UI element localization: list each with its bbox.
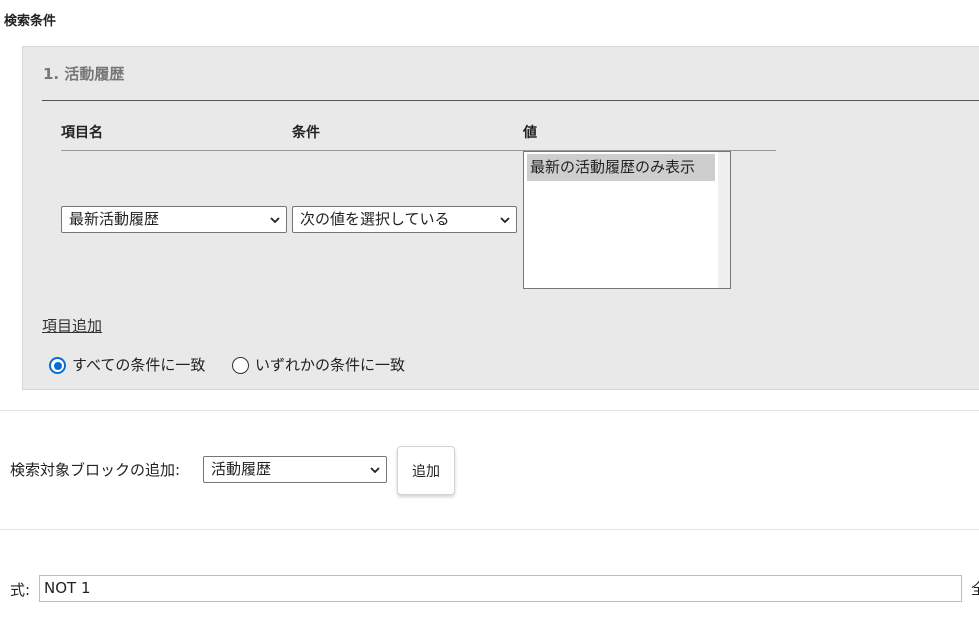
condition-select[interactable]: 次の値を選択している bbox=[292, 206, 517, 233]
match-all-radio[interactable] bbox=[49, 357, 66, 374]
value-listbox[interactable]: 最新の活動履歴のみ表示 bbox=[523, 151, 731, 289]
section-divider bbox=[0, 410, 979, 411]
chevron-down-icon bbox=[500, 217, 510, 224]
block-title-divider bbox=[42, 100, 979, 101]
add-block-label: 検索対象ブロックの追加: bbox=[10, 461, 181, 479]
listbox-scrollbar[interactable] bbox=[718, 152, 730, 288]
match-any-radio[interactable] bbox=[232, 357, 249, 374]
add-item-link[interactable]: 項目追加 bbox=[42, 315, 102, 336]
item-select-value: 最新活動履歴 bbox=[69, 210, 160, 228]
chevron-down-icon bbox=[370, 467, 380, 474]
page-title: 検索条件 bbox=[4, 14, 57, 29]
condition-select-value: 次の値を選択している bbox=[300, 210, 450, 228]
item-select[interactable]: 最新活動履歴 bbox=[61, 206, 287, 233]
block-title: 1. 活動履歴 bbox=[43, 65, 125, 83]
formula-label: 式: bbox=[10, 581, 31, 599]
block-type-select-value: 活動履歴 bbox=[211, 460, 272, 478]
chevron-down-icon bbox=[270, 217, 280, 224]
formula-input[interactable]: NOT 1 bbox=[39, 575, 962, 602]
match-any-label[interactable]: いずれかの条件に一致 bbox=[255, 354, 405, 375]
add-block-button[interactable]: 追加 bbox=[397, 446, 455, 495]
section-divider bbox=[0, 529, 979, 530]
match-all-label[interactable]: すべての条件に一致 bbox=[72, 354, 205, 375]
column-header-item: 項目名 bbox=[61, 125, 103, 141]
formula-trailing-text: 全 bbox=[971, 580, 979, 598]
block-type-select[interactable]: 活動履歴 bbox=[203, 456, 387, 483]
column-header-condition: 条件 bbox=[292, 125, 320, 141]
value-option[interactable]: 最新の活動履歴のみ表示 bbox=[527, 154, 715, 181]
column-header-value: 値 bbox=[523, 125, 537, 141]
